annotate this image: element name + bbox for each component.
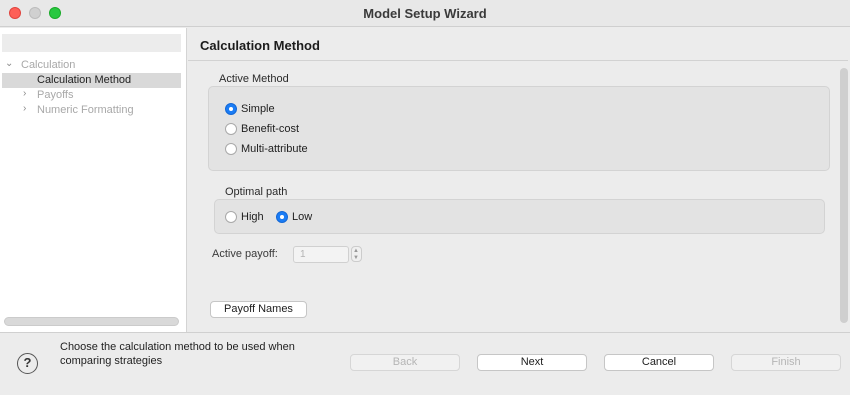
active-method-label: Active Method <box>219 73 289 85</box>
finish-button[interactable]: Finish <box>731 354 841 371</box>
tree-item-label: Numeric Formatting <box>37 104 134 116</box>
window-title: Model Setup Wizard <box>363 6 487 21</box>
step-description: Choose the calculation method to be used… <box>60 340 330 368</box>
radio-label: Multi-attribute <box>241 143 308 155</box>
radio-label: Low <box>292 211 313 223</box>
chevron-down-icon[interactable]: ⌄ <box>5 58 17 69</box>
radio-unselected-icon[interactable] <box>225 143 237 155</box>
radio-selected-icon[interactable] <box>276 211 288 223</box>
wizard-footer: ? Choose the calculation method to be us… <box>0 332 850 395</box>
tree-item-calculation-method[interactable]: Calculation Method <box>2 73 181 88</box>
radio-selected-icon[interactable] <box>225 103 237 115</box>
page-title: Calculation Method <box>200 38 320 53</box>
help-icon[interactable]: ? <box>17 353 38 374</box>
step-description-line: Choose the calculation method to be used… <box>60 341 295 353</box>
active-payoff-stepper[interactable]: ▲ ▼ <box>351 246 362 262</box>
next-button[interactable]: Next <box>477 354 587 371</box>
tree-item-calculation[interactable]: ⌄ Calculation <box>0 58 181 73</box>
active-method-group: Simple Benefit-cost Multi-attribute <box>208 86 830 171</box>
page-header: Calculation Method <box>188 28 848 61</box>
navigation-tree: ⌄ Calculation Calculation Method › Payof… <box>0 28 187 332</box>
optimal-path-group: High Low <box>214 199 825 234</box>
payoff-names-button[interactable]: Payoff Names <box>210 301 307 318</box>
optimal-path-label: Optimal path <box>225 186 288 198</box>
content-vertical-scrollbar[interactable] <box>840 68 848 323</box>
radio-label: Simple <box>241 103 275 115</box>
radio-unselected-icon[interactable] <box>225 123 237 135</box>
tree-filter-bar <box>2 34 181 52</box>
tree-item-label: Calculation Method <box>37 74 132 86</box>
chevron-right-icon[interactable]: › <box>23 103 35 114</box>
active-payoff-input[interactable]: 1 <box>293 246 349 263</box>
title-bar: Model Setup Wizard <box>0 0 850 27</box>
tree-item-label: Calculation <box>21 59 76 71</box>
radio-label: High <box>241 211 264 223</box>
stepper-up-icon[interactable]: ▲ <box>353 248 359 255</box>
cancel-button[interactable]: Cancel <box>604 354 714 371</box>
back-button[interactable]: Back <box>350 354 460 371</box>
tree-item-numeric-formatting[interactable]: › Numeric Formatting <box>0 103 181 118</box>
step-description-line: comparing strategies <box>60 355 163 367</box>
content-panel: Calculation Method Active Method Simple … <box>188 28 848 332</box>
sidebar-horizontal-scrollbar[interactable] <box>4 317 179 326</box>
tree-item-payoffs[interactable]: › Payoffs <box>0 88 181 103</box>
radio-label: Benefit-cost <box>241 123 300 135</box>
radio-unselected-icon[interactable] <box>225 211 237 223</box>
stepper-down-icon[interactable]: ▼ <box>353 255 359 262</box>
chevron-right-icon[interactable]: › <box>23 88 35 99</box>
tree-item-label: Payoffs <box>37 89 74 101</box>
active-payoff-label: Active payoff: <box>212 248 278 260</box>
